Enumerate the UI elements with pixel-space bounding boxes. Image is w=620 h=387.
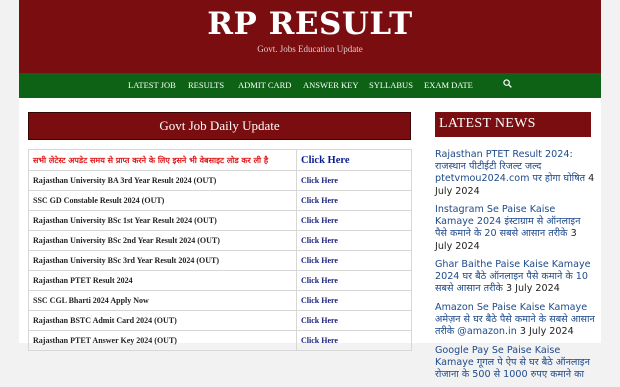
- job-title[interactable]: SSC GD Constable Result 2024 (OUT): [28, 190, 297, 211]
- click-here-link[interactable]: Click Here: [296, 290, 412, 311]
- click-here-link[interactable]: Click Here: [296, 330, 412, 351]
- notice-text: सभी लेटेस्ट अपडेट समय से प्राप्त करने के…: [28, 149, 297, 171]
- table-row: Rajasthan PTET Result 2024 Click Here: [28, 270, 412, 291]
- site-title[interactable]: RP RESULT: [19, 6, 601, 42]
- list-item: Amazon Se Paise Kaise Kamaye अमेज़न से घ…: [435, 302, 595, 339]
- table-row: SSC GD Constable Result 2024 (OUT) Click…: [28, 190, 412, 211]
- job-title[interactable]: Rajasthan University BSc 1st Year Result…: [28, 210, 297, 231]
- job-title[interactable]: Rajasthan BSTC Admit Card 2024 (OUT): [28, 310, 297, 331]
- table-row: Rajasthan PTET Answer Key 2024 (OUT) Cli…: [28, 330, 412, 351]
- job-title[interactable]: Rajasthan University BA 3rd Year Result …: [28, 170, 297, 191]
- news-link[interactable]: Google Pay Se Paise Kaise Kamaye गूगल पे…: [435, 345, 590, 380]
- list-item: Instagram Se Paise Kaise Kamaye 2024 इंस…: [435, 204, 595, 253]
- search-icon[interactable]: [503, 79, 512, 88]
- panel-title: Govt Job Daily Update: [28, 112, 411, 140]
- nav-syllabus[interactable]: SYLLABUS: [369, 73, 413, 98]
- news-date: 3 July 2024: [505, 283, 560, 295]
- nav-exam-date[interactable]: EXAM DATE: [424, 73, 473, 98]
- latest-news-list: Rajasthan PTET Result 2024: राजस्थान पीट…: [435, 149, 595, 387]
- table-row: Rajasthan University BA 3rd Year Result …: [28, 170, 412, 191]
- table-row: SSC CGL Bharti 2024 Apply Now Click Here: [28, 290, 412, 311]
- jobs-table: सभी लेटेस्ट अपडेट समय से प्राप्त करने के…: [28, 149, 412, 351]
- table-row: Rajasthan University BSc 1st Year Result…: [28, 210, 412, 231]
- click-here-link[interactable]: Click Here: [296, 270, 412, 291]
- job-title[interactable]: Rajasthan University BSc 3rd Year Result…: [28, 250, 297, 271]
- click-here-link[interactable]: Click Here: [296, 190, 412, 211]
- list-item: Rajasthan PTET Result 2024: राजस्थान पीट…: [435, 149, 595, 198]
- nav-results[interactable]: RESULTS: [188, 73, 224, 98]
- job-title[interactable]: Rajasthan University BSc 2nd Year Result…: [28, 230, 297, 251]
- news-link[interactable]: Rajasthan PTET Result 2024: राजस्थान पीट…: [435, 149, 585, 184]
- click-here-link[interactable]: Click Here: [296, 149, 412, 171]
- main-nav: LATEST JOB RESULTS ADMIT CARD ANSWER KEY…: [19, 73, 601, 98]
- list-item: Ghar Baithe Paise Kaise Kamaye 2024 घर ब…: [435, 259, 595, 296]
- click-here-link[interactable]: Click Here: [296, 210, 412, 231]
- click-here-link[interactable]: Click Here: [296, 170, 412, 191]
- nav-admit-card[interactable]: ADMIT CARD: [238, 73, 291, 98]
- table-row: सभी लेटेस्ट अपडेट समय से प्राप्त करने के…: [28, 149, 412, 171]
- table-row: Rajasthan University BSc 3rd Year Result…: [28, 250, 412, 271]
- table-row: Rajasthan University BSc 2nd Year Result…: [28, 230, 412, 251]
- site-tagline: Govt. Jobs Education Update: [257, 44, 363, 54]
- latest-news-title: LATEST NEWS: [435, 112, 591, 137]
- click-here-link[interactable]: Click Here: [296, 310, 412, 331]
- list-item: Google Pay Se Paise Kaise Kamaye गूगल पे…: [435, 345, 595, 382]
- job-title[interactable]: Rajasthan PTET Answer Key 2024 (OUT): [28, 330, 297, 351]
- job-title[interactable]: Rajasthan PTET Result 2024: [28, 270, 297, 291]
- click-here-link[interactable]: Click Here: [296, 250, 412, 271]
- click-here-link[interactable]: Click Here: [296, 230, 412, 251]
- site-header: RP RESULT Govt. Jobs Education Update: [19, 0, 601, 73]
- nav-answer-key[interactable]: ANSWER KEY: [303, 73, 358, 98]
- nav-latest-job[interactable]: LATEST JOB: [128, 73, 176, 98]
- table-row: Rajasthan BSTC Admit Card 2024 (OUT) Cli…: [28, 310, 412, 331]
- job-title[interactable]: SSC CGL Bharti 2024 Apply Now: [28, 290, 297, 311]
- news-date: 3 July 2024: [519, 326, 574, 338]
- news-link[interactable]: Instagram Se Paise Kaise Kamaye 2024 इंस…: [435, 204, 580, 239]
